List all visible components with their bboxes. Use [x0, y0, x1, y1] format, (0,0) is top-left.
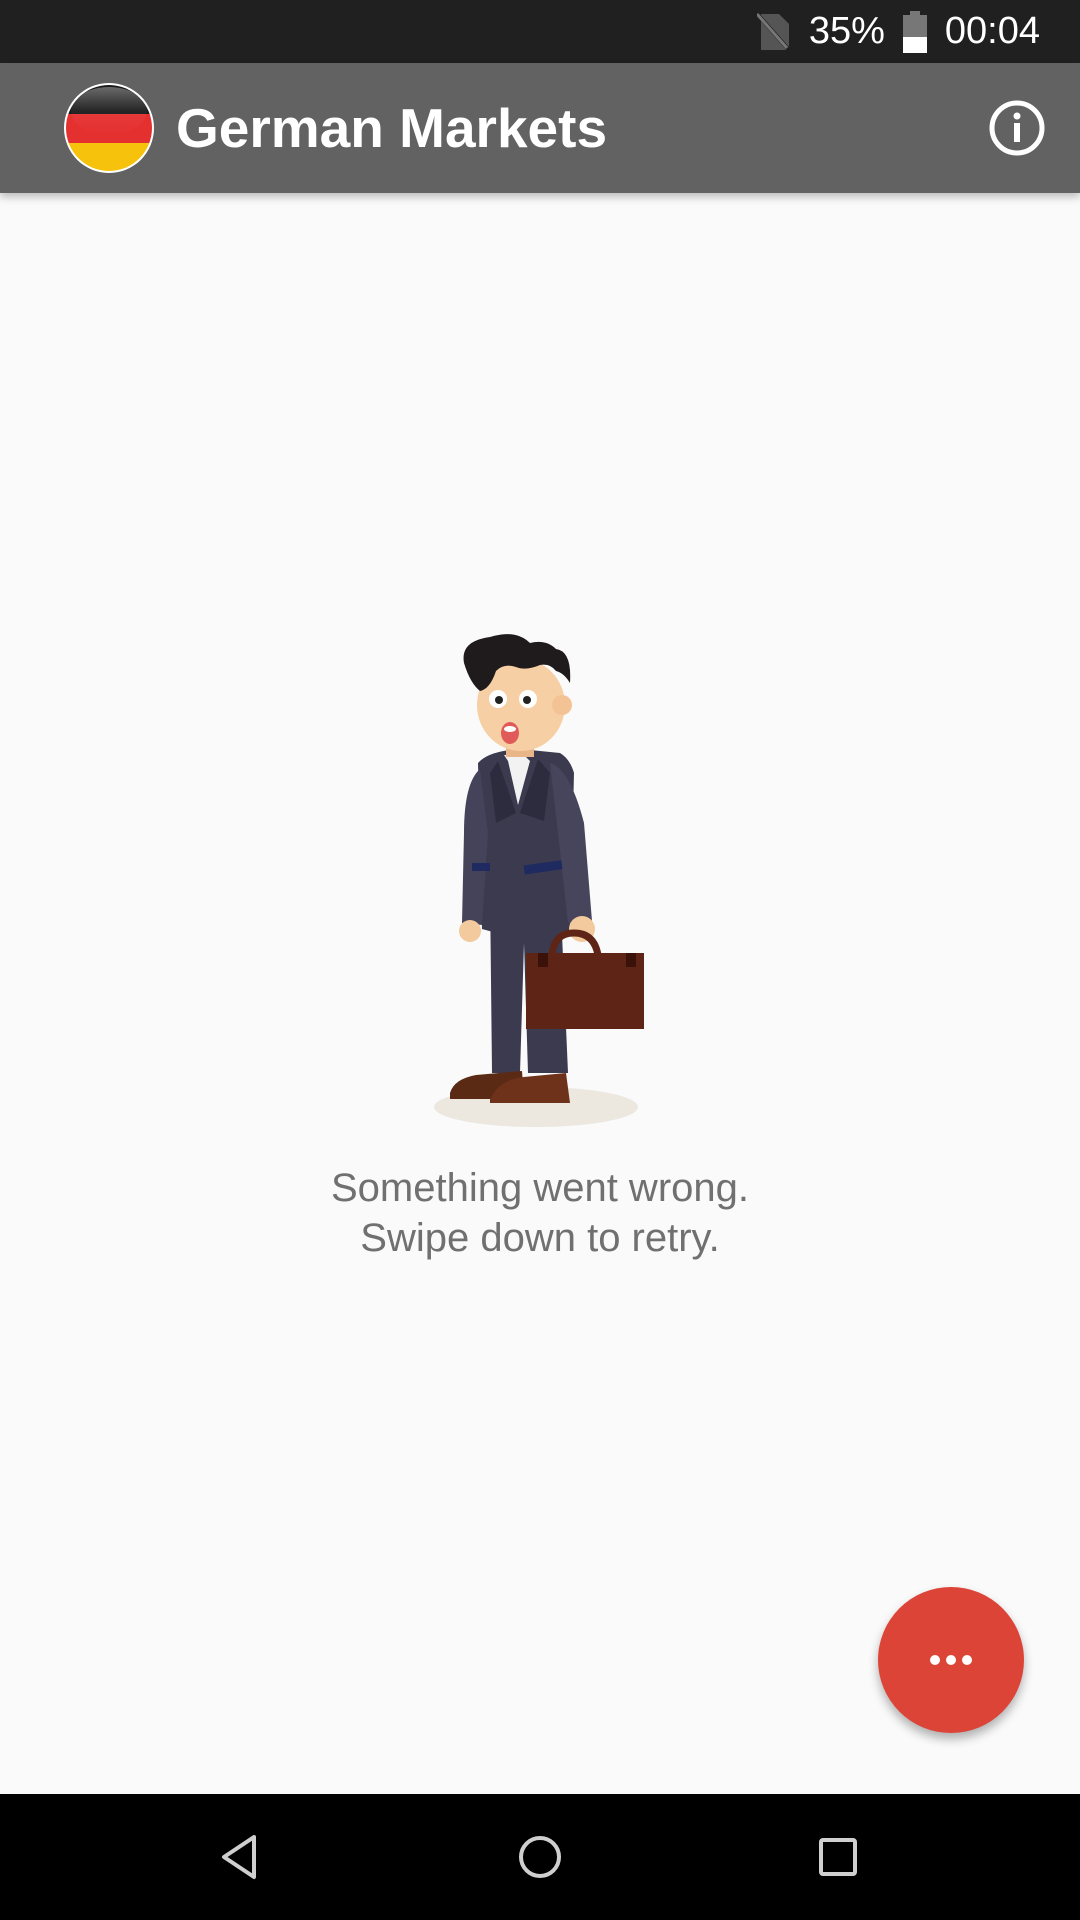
battery-percent: 35%	[808, 10, 885, 52]
battery-icon	[902, 10, 927, 53]
more-horizontal-icon	[930, 1655, 972, 1665]
error-message-line2: Swipe down to retry.	[360, 1216, 720, 1260]
germany-flag-icon	[64, 83, 154, 173]
info-icon[interactable]	[988, 99, 1046, 157]
error-message: Something went wrong. Swipe down to retr…	[0, 1163, 1080, 1263]
no-sim-icon	[756, 12, 791, 52]
confused-businessman-illustration	[420, 633, 660, 1133]
back-icon[interactable]	[210, 1827, 270, 1887]
content-area[interactable]: Something went wrong. Swipe down to retr…	[0, 193, 1080, 1794]
screen: 35% 00:04 German Markets Something went …	[0, 0, 1080, 1920]
app-bar: German Markets	[0, 63, 1080, 193]
app-title: German Markets	[176, 97, 608, 159]
clock: 00:04	[944, 10, 1040, 52]
status-icons: 35% 00:04	[756, 0, 1040, 63]
error-message-line1: Something went wrong.	[330, 1166, 749, 1210]
more-options-fab[interactable]	[878, 1587, 1024, 1733]
recents-icon[interactable]	[808, 1827, 868, 1887]
navigation-bar	[0, 1794, 1080, 1920]
home-icon[interactable]	[510, 1827, 570, 1887]
status-bar: 35% 00:04	[0, 0, 1080, 63]
